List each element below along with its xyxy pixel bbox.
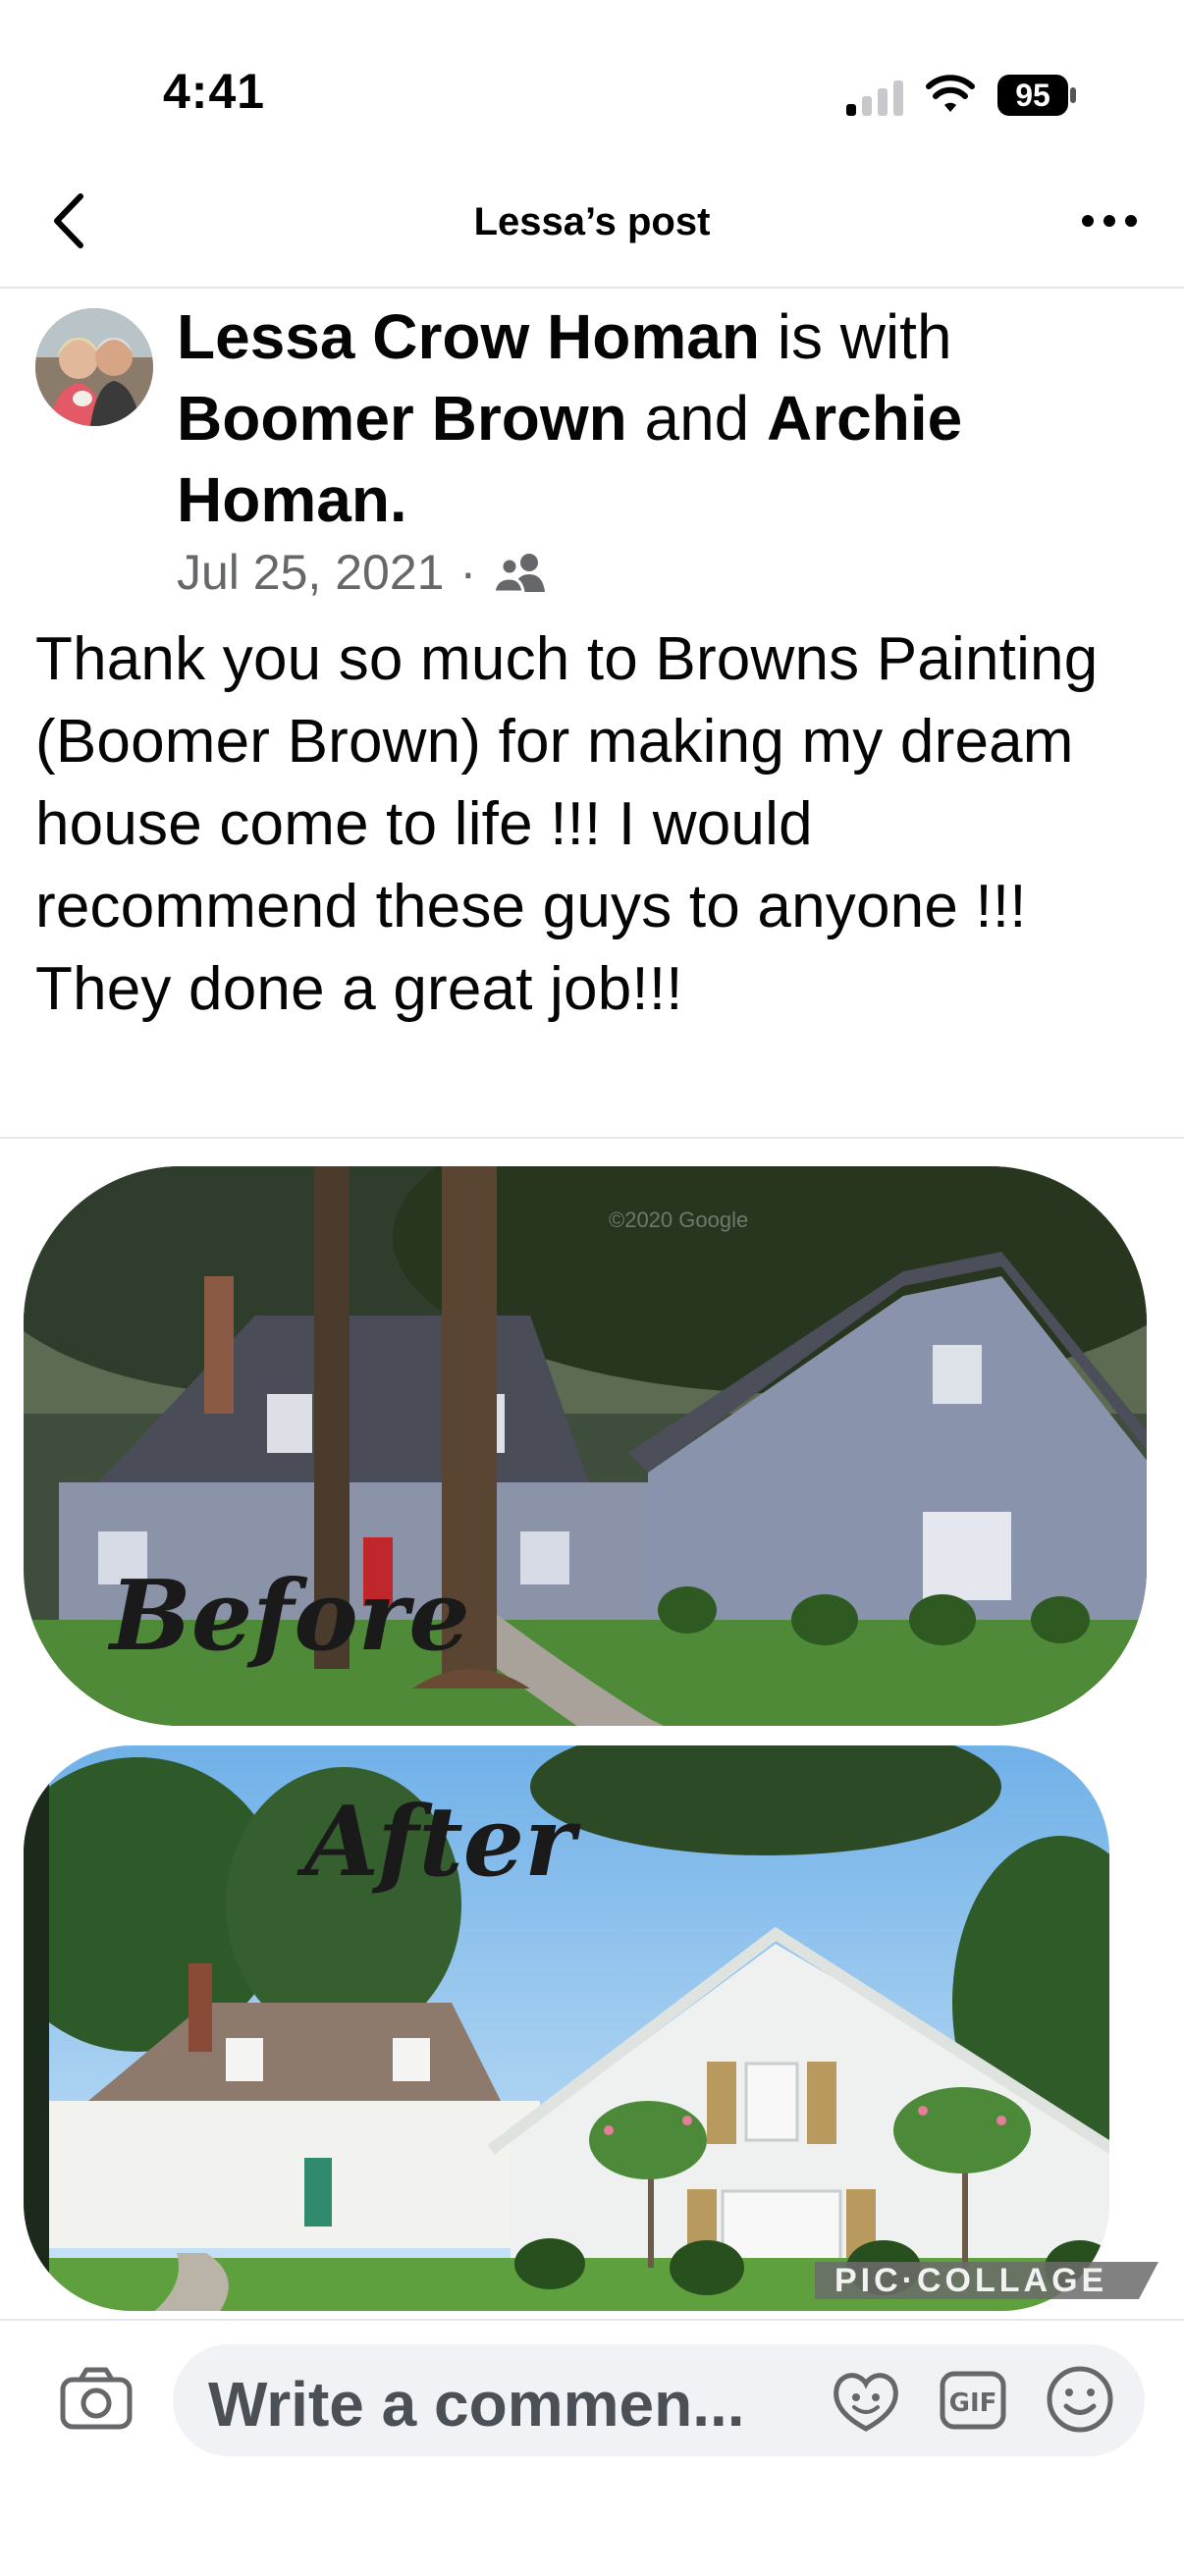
comment-placeholder: Write a commen... bbox=[208, 2369, 745, 2440]
tagged-user-link[interactable]: Boomer Brown bbox=[177, 383, 627, 454]
post-date[interactable]: Jul 25, 2021 bbox=[177, 544, 444, 601]
post-divider bbox=[0, 1137, 1184, 1139]
pic-collage-watermark: PIC·COLLAGE bbox=[834, 2262, 1107, 2299]
post-meta: Jul 25, 2021 · bbox=[177, 544, 549, 601]
post-photo-collage[interactable]: ©2020 Google Before After PIC·COLLAGE bbox=[20, 1158, 1158, 2317]
avatar-sticker-icon[interactable] bbox=[831, 2368, 901, 2433]
more-dots-icon[interactable] bbox=[1070, 196, 1149, 245]
meta-separator: · bbox=[459, 545, 477, 600]
emoji-icon[interactable] bbox=[1045, 2364, 1115, 2435]
friends-audience-icon[interactable] bbox=[492, 551, 549, 594]
wifi-icon bbox=[926, 75, 975, 112]
signal-icon bbox=[846, 77, 905, 116]
author-name-link[interactable]: Lessa Crow Homan bbox=[177, 301, 760, 372]
and-text: and bbox=[626, 383, 768, 454]
author-avatar[interactable] bbox=[35, 308, 153, 426]
period-text: . bbox=[389, 464, 407, 535]
before-caption: Before bbox=[107, 1560, 470, 1673]
post-body-text: Thank you so much to Browns Painting (Bo… bbox=[35, 625, 1099, 1023]
with-text: is with bbox=[759, 301, 952, 372]
after-photo bbox=[24, 1745, 1109, 2311]
page-title: Lessa’s post bbox=[473, 200, 711, 243]
post-author-line: Lessa Crow Homan is with Boomer Brown an… bbox=[177, 296, 1158, 541]
camera-icon[interactable] bbox=[59, 2366, 134, 2431]
google-watermark: ©2020 Google bbox=[609, 1208, 748, 1232]
battery-level: 95 bbox=[1015, 78, 1050, 113]
status-time: 4:41 bbox=[163, 64, 266, 119]
gif-icon[interactable]: GIF bbox=[939, 2370, 1007, 2431]
battery-icon: 95 bbox=[997, 75, 1076, 116]
after-caption: After bbox=[296, 1786, 581, 1899]
svg-text:GIF: GIF bbox=[949, 2388, 997, 2418]
header-divider bbox=[0, 287, 1184, 289]
